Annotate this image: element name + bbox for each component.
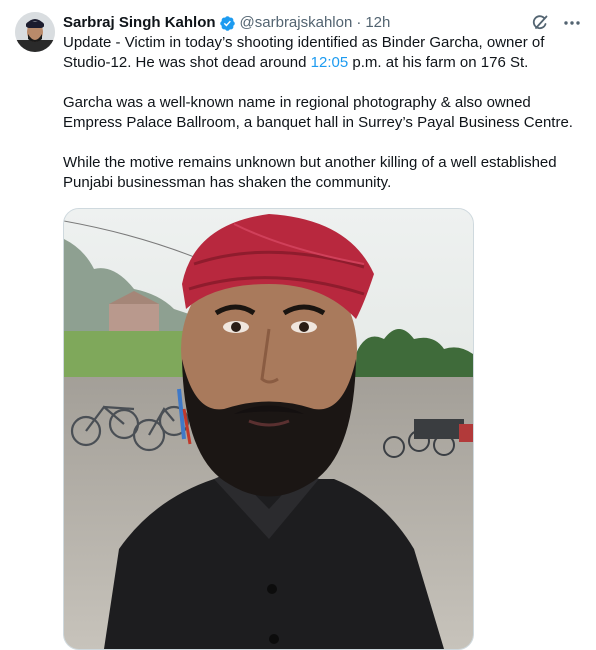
tweet-text: Update - Victim in today’s shooting iden… xyxy=(63,33,583,193)
tweet-text-part: p.m. at his farm on 176 St. xyxy=(348,54,529,71)
tweet-paragraph-1: Update - Victim in today’s shooting iden… xyxy=(63,33,583,73)
tweet-paragraph-3: While the motive remains unknown but ano… xyxy=(63,154,557,191)
tweet-paragraph-2: Garcha was a well-known name in regional… xyxy=(63,94,573,131)
separator-dot: · xyxy=(356,14,362,31)
author-display-name[interactable]: Sarbraj Singh Kahlon xyxy=(63,13,216,33)
photo-image xyxy=(64,209,473,649)
more-options-icon[interactable] xyxy=(562,13,582,33)
avatar-image xyxy=(15,12,55,52)
author-handle[interactable]: @sarbrajskahlon xyxy=(240,13,353,33)
time-link[interactable]: 12:05 xyxy=(311,54,349,71)
tweet-timestamp[interactable]: 12h xyxy=(365,13,390,33)
author-avatar[interactable] xyxy=(15,12,55,52)
grok-icon[interactable] xyxy=(530,13,550,33)
tweet-photo[interactable] xyxy=(63,208,474,650)
verified-badge-icon xyxy=(219,15,236,32)
tweet-actions xyxy=(530,12,582,34)
tweet-header: Sarbraj Singh Kahlon @sarbrajskahlon · 1… xyxy=(63,13,582,33)
tweet: Sarbraj Singh Kahlon @sarbrajskahlon · 1… xyxy=(0,0,596,650)
